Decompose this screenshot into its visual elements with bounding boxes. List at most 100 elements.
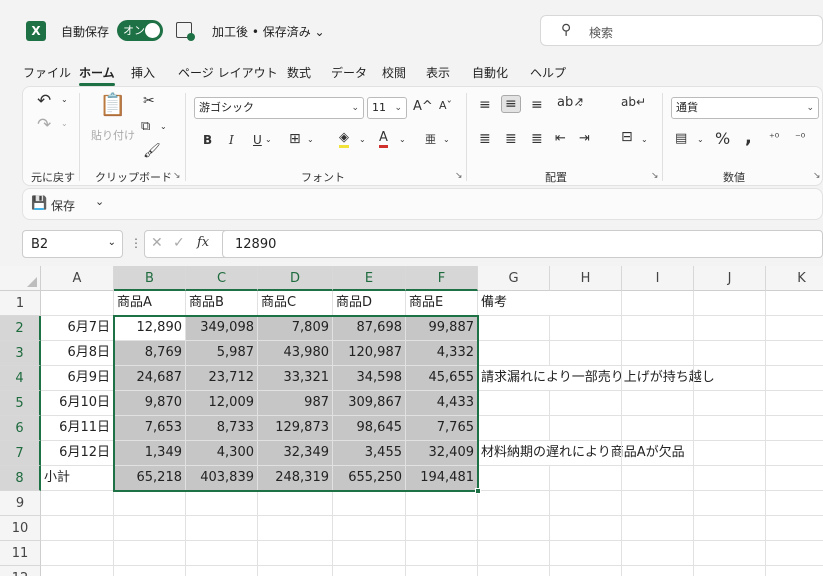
align-left-icon[interactable]: ≣: [479, 131, 491, 147]
cell-j12[interactable]: [694, 566, 766, 576]
cell-a3[interactable]: 6月8日: [41, 341, 114, 366]
decrease-decimal-icon[interactable]: ⁻⁰: [795, 131, 805, 144]
cell-h7[interactable]: [550, 441, 622, 466]
cell-e8[interactable]: 655,250: [333, 466, 406, 491]
customize-qat-icon[interactable]: ⌄: [95, 195, 104, 208]
column-header-e[interactable]: E: [333, 266, 406, 291]
cell-f3[interactable]: 4,332: [406, 341, 478, 366]
cell-i3[interactable]: [622, 341, 694, 366]
cell-j5[interactable]: [694, 391, 766, 416]
cell-d1[interactable]: 商品C: [258, 291, 333, 316]
cell-d12[interactable]: [258, 566, 333, 576]
cell-a10[interactable]: [41, 516, 114, 541]
formula-input[interactable]: 12890: [222, 230, 823, 258]
cell-h12[interactable]: [550, 566, 622, 576]
cell-b7[interactable]: 1,349: [114, 441, 186, 466]
column-header-f[interactable]: F: [406, 266, 478, 291]
redo-icon[interactable]: ↷: [37, 115, 51, 135]
increase-indent-icon[interactable]: ⇥: [579, 131, 590, 146]
cell-b12[interactable]: [114, 566, 186, 576]
align-middle-icon[interactable]: ≡: [501, 95, 521, 113]
cell-h5[interactable]: [550, 391, 622, 416]
enter-icon[interactable]: ✓: [173, 235, 185, 251]
align-top-icon[interactable]: ≡: [479, 97, 491, 113]
cell-b5[interactable]: 9,870: [114, 391, 186, 416]
column-header-d[interactable]: D: [258, 266, 333, 291]
cell-e11[interactable]: [333, 541, 406, 566]
column-header-a[interactable]: A: [41, 266, 114, 291]
alignment-launcher-icon[interactable]: ↘: [651, 171, 659, 181]
row-header-6[interactable]: 6: [0, 416, 41, 441]
tab-insert[interactable]: 挿入: [131, 64, 155, 81]
cell-i5[interactable]: [622, 391, 694, 416]
cancel-icon[interactable]: ✕: [151, 235, 163, 251]
insert-function-button[interactable]: fx: [197, 235, 209, 250]
undo-dropdown-icon[interactable]: ⌄: [61, 95, 68, 104]
cell-a11[interactable]: [41, 541, 114, 566]
column-header-k[interactable]: K: [766, 266, 823, 291]
merge-center-icon[interactable]: ⊟: [621, 129, 633, 145]
cell-k11[interactable]: [766, 541, 823, 566]
align-right-icon[interactable]: ≣: [531, 131, 543, 147]
tab-page-layout[interactable]: ページ レイアウト: [178, 64, 278, 81]
cell-c3[interactable]: 5,987: [186, 341, 258, 366]
align-center-icon[interactable]: ≣: [505, 131, 517, 147]
row-header-2[interactable]: 2: [0, 316, 41, 341]
cell-a7[interactable]: 6月12日: [41, 441, 114, 466]
cell-d4[interactable]: 33,321: [258, 366, 333, 391]
cell-e2[interactable]: 87,698: [333, 316, 406, 341]
cell-h1[interactable]: [550, 291, 622, 316]
cell-e12[interactable]: [333, 566, 406, 576]
column-header-j[interactable]: J: [694, 266, 766, 291]
orientation-dropdown-icon[interactable]: ⌄: [577, 99, 584, 108]
cell-f7[interactable]: 32,409: [406, 441, 478, 466]
cell-i4[interactable]: [622, 366, 694, 391]
cell-g2[interactable]: [478, 316, 550, 341]
cell-k6[interactable]: [766, 416, 823, 441]
tab-review[interactable]: 校閲: [382, 64, 406, 81]
cell-j6[interactable]: [694, 416, 766, 441]
cell-b10[interactable]: [114, 516, 186, 541]
cell-c8[interactable]: 403,839: [186, 466, 258, 491]
cell-d7[interactable]: 32,349: [258, 441, 333, 466]
cell-h2[interactable]: [550, 316, 622, 341]
cell-k12[interactable]: [766, 566, 823, 576]
cell-h6[interactable]: [550, 416, 622, 441]
cell-g4[interactable]: 請求漏れにより一部売り上げが持ち越し: [478, 366, 715, 391]
percent-icon[interactable]: %: [715, 129, 730, 148]
cell-d6[interactable]: 129,873: [258, 416, 333, 441]
cell-g12[interactable]: [478, 566, 550, 576]
cell-a1[interactable]: [41, 291, 114, 316]
cell-i9[interactable]: [622, 491, 694, 516]
cell-g11[interactable]: [478, 541, 550, 566]
tab-data[interactable]: データ: [331, 64, 367, 81]
cell-b1[interactable]: 商品A: [114, 291, 186, 316]
cell-f11[interactable]: [406, 541, 478, 566]
cell-j3[interactable]: [694, 341, 766, 366]
cell-i6[interactable]: [622, 416, 694, 441]
cell-j2[interactable]: [694, 316, 766, 341]
row-header-5[interactable]: 5: [0, 391, 41, 416]
cell-b6[interactable]: 7,653: [114, 416, 186, 441]
cell-e1[interactable]: 商品D: [333, 291, 406, 316]
phonetic-icon[interactable]: 亜: [425, 131, 436, 147]
cell-h4[interactable]: [550, 366, 622, 391]
cell-g1[interactable]: 備考: [478, 291, 550, 316]
italic-button[interactable]: I: [229, 133, 234, 147]
save-sync-icon[interactable]: [176, 22, 195, 41]
row-header-12[interactable]: 12: [0, 566, 41, 576]
cell-c4[interactable]: 23,712: [186, 366, 258, 391]
cell-e10[interactable]: [333, 516, 406, 541]
document-title-dropdown[interactable]: 加工後 • 保存済み ⌄: [212, 23, 325, 40]
column-header-g[interactable]: G: [478, 266, 550, 291]
redo-dropdown-icon[interactable]: ⌄: [61, 119, 68, 128]
cell-j8[interactable]: [694, 466, 766, 491]
cell-d9[interactable]: [258, 491, 333, 516]
cell-d10[interactable]: [258, 516, 333, 541]
fill-color-icon[interactable]: ◈: [339, 130, 349, 148]
cell-f8[interactable]: 194,481: [406, 466, 478, 491]
font-name-select[interactable]: 游ゴシック ⌄: [194, 97, 364, 119]
decrease-indent-icon[interactable]: ⇤: [555, 131, 566, 146]
cell-d8[interactable]: 248,319: [258, 466, 333, 491]
increase-font-icon[interactable]: A^: [413, 99, 433, 114]
